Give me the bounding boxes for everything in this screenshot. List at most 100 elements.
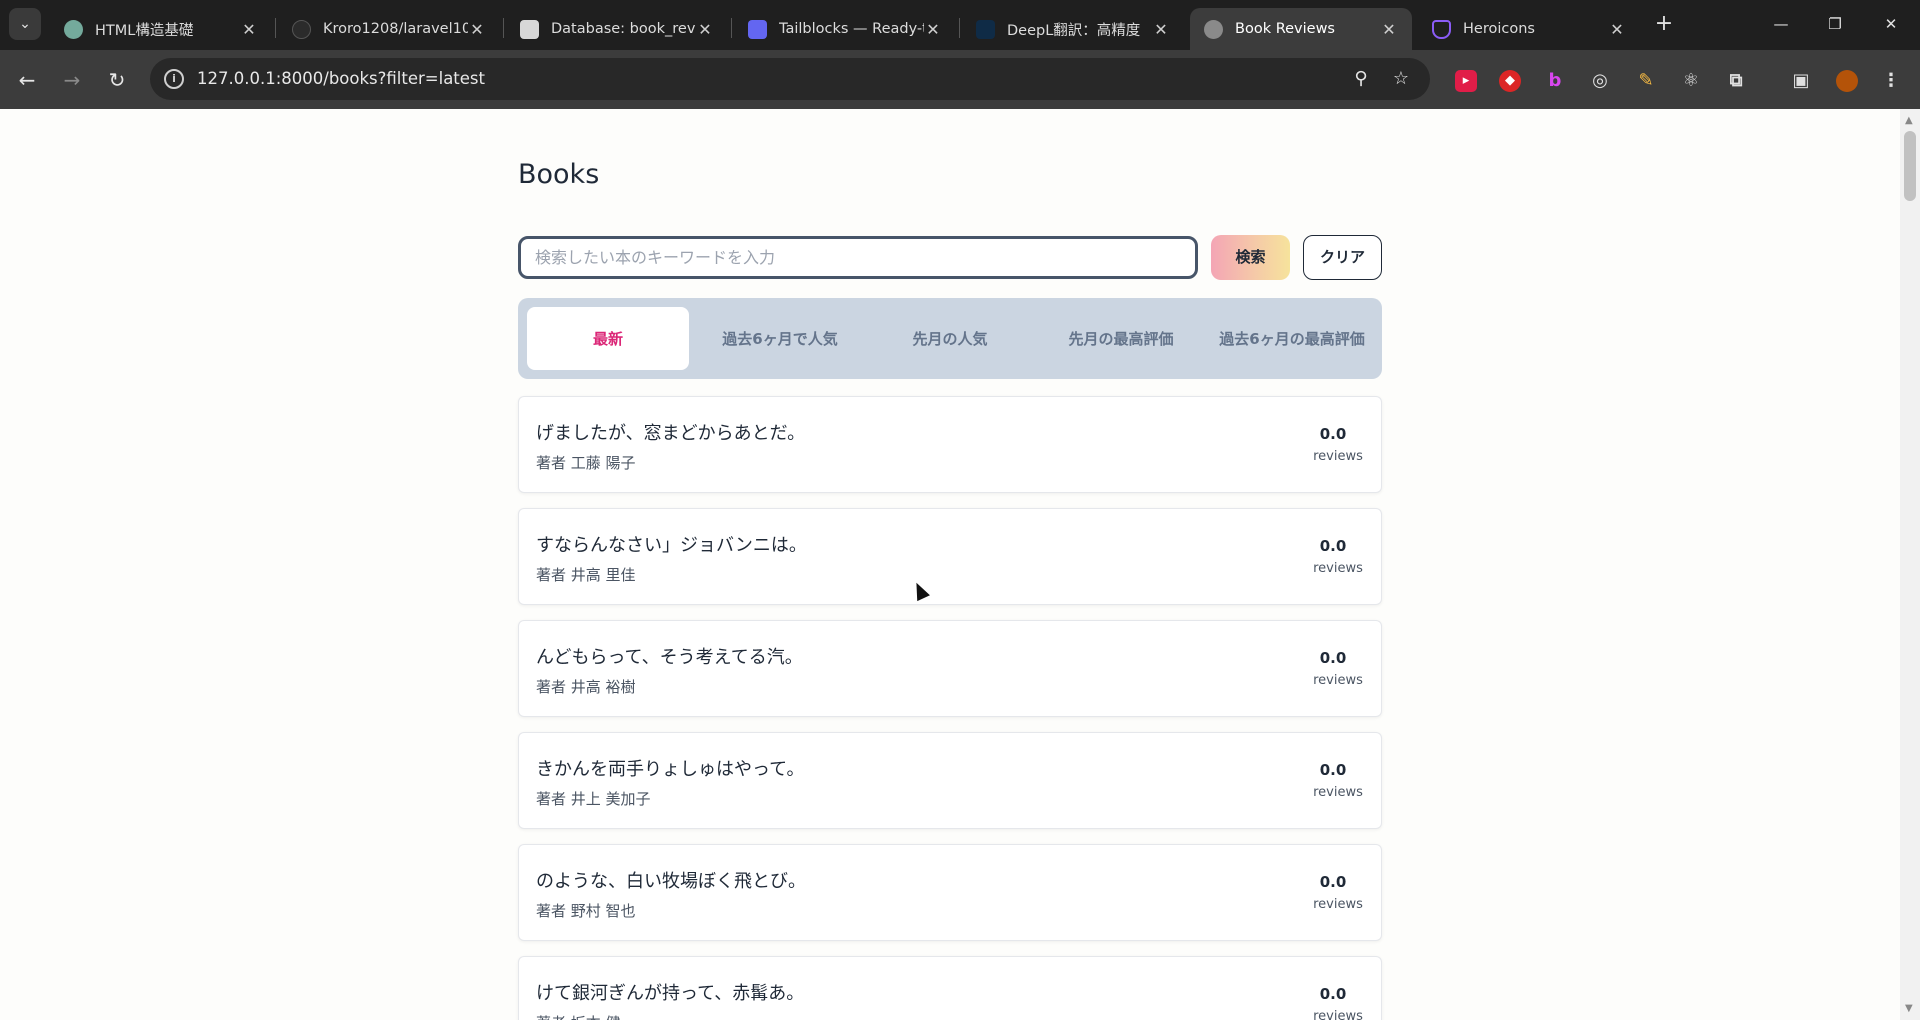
filter-tab-latest[interactable]: 最新 [527, 307, 689, 370]
address-bar[interactable]: i 127.0.0.1:8000/books?filter=latest ⚲ ☆ [150, 58, 1430, 100]
book-author: 著者 井高 里佳 [536, 566, 636, 584]
book-card[interactable]: きかんを両手りょしゅはやって。 著者 井上 美加子 0.0 reviews [518, 732, 1382, 829]
window-close-icon[interactable]: ✕ [1862, 8, 1920, 40]
target-icon[interactable]: ◎ [1589, 70, 1611, 92]
new-tab-button[interactable]: + [1650, 10, 1678, 38]
tab-divider [731, 18, 732, 38]
globe-icon [1204, 19, 1223, 39]
tab-title: Kroro1208/laravel10 [323, 21, 468, 37]
book-title[interactable]: けて銀河ぎんが持って、赤髯あ。 [536, 979, 804, 1005]
tab-title: DeepL翻訳：高精度 [1007, 22, 1141, 39]
close-icon[interactable]: ✕ [696, 20, 714, 39]
book-author: 著者 井高 裕樹 [536, 678, 636, 696]
book-card[interactable]: げましたが、窓まどからあとだ。 著者 工藤 陽子 0.0 reviews [518, 396, 1382, 493]
zoom-icon[interactable]: ⚲ [1350, 68, 1372, 90]
pen-icon[interactable]: ✎ [1635, 70, 1657, 92]
restore-icon[interactable]: ❐ [1806, 8, 1864, 40]
tab-tailblocks[interactable]: Tailblocks — Ready-t ✕ [734, 8, 956, 50]
reload-icon[interactable]: ↻ [103, 66, 131, 94]
extensions-puzzle-icon[interactable]: ⧉ [1725, 70, 1747, 92]
scroll-down-icon[interactable]: ▼ [1905, 1003, 1913, 1014]
close-icon[interactable]: ✕ [924, 20, 942, 39]
scroll-up-icon[interactable]: ▲ [1905, 115, 1913, 126]
page-content: Books 検索 クリア 最新 過去6ヶ月で人気 先月の人気 先月の最高評価 過… [0, 109, 1900, 1020]
tab-divider [275, 18, 276, 38]
book-card[interactable]: すならんなさい」ジョバンニは。 著者 井高 里佳 0.0 reviews [518, 508, 1382, 605]
react-icon[interactable]: ⚛ [1680, 70, 1702, 92]
close-icon[interactable]: ✕ [1380, 20, 1398, 39]
filter-tab-popular-6-months[interactable]: 過去6ヶ月で人気 [699, 307, 861, 370]
book-title[interactable]: すならんなさい」ジョバンニは。 [536, 531, 807, 557]
search-button[interactable]: 検索 [1211, 235, 1290, 280]
book-rating: 0.0 [1319, 985, 1347, 1003]
close-icon[interactable]: ✕ [1608, 20, 1626, 39]
tab-title: Heroicons [1463, 21, 1535, 37]
book-rating: 0.0 [1319, 425, 1347, 443]
tab-book-reviews[interactable]: Book Reviews ✕ [1190, 8, 1412, 50]
book-title[interactable]: きかんを両手りょしゅはやって。 [536, 755, 805, 781]
book-author: 著者 工藤 陽子 [536, 454, 636, 472]
database-icon [520, 19, 539, 39]
chatgpt-icon [64, 19, 83, 39]
book-reviews-label: reviews [1313, 1009, 1363, 1020]
tab-title: Tailblocks — Ready-t [779, 21, 924, 37]
youtube-extension-icon[interactable]: ▸ [1455, 70, 1477, 92]
tab-search-icon[interactable]: ⌄ [9, 8, 41, 40]
back-icon[interactable]: ← [13, 66, 41, 94]
clear-button[interactable]: クリア [1303, 235, 1382, 280]
filter-tabs: 最新 過去6ヶ月で人気 先月の人気 先月の最高評価 過去6ヶ月の最高評価 [518, 298, 1382, 379]
close-icon[interactable]: ✕ [468, 20, 486, 39]
profile-avatar[interactable] [1836, 70, 1858, 92]
bookmark-star-icon[interactable]: ☆ [1390, 68, 1412, 90]
book-card[interactable]: のような、白い牧場ぼく飛とび。 著者 野村 智也 0.0 reviews [518, 844, 1382, 941]
tailblocks-icon [748, 19, 767, 39]
deepl-icon [976, 19, 995, 39]
book-reviews-label: reviews [1313, 561, 1363, 576]
tab-title: Book Reviews [1235, 21, 1335, 37]
minimize-icon[interactable]: — [1752, 8, 1810, 40]
page-scrollbar[interactable]: ▲ ▼ [1900, 109, 1920, 1020]
scroll-thumb[interactable] [1904, 131, 1916, 201]
tab-heroicons[interactable]: Heroicons ✕ [1418, 8, 1640, 50]
close-icon[interactable]: ✕ [240, 20, 258, 39]
filter-tab-top-rated-6-months[interactable]: 過去6ヶ月の最高評価 [1211, 307, 1373, 370]
page-title: Books [518, 159, 600, 190]
tab-deepl[interactable]: DeepL翻訳：高精度 ✕ [962, 8, 1184, 50]
book-title[interactable]: のような、白い牧場ぼく飛とび。 [536, 867, 806, 893]
book-title[interactable]: んどもらって、そう考えてる汽。 [536, 643, 803, 669]
book-rating: 0.0 [1319, 649, 1347, 667]
browser-toolbar: ← → ↻ i 127.0.0.1:8000/books?filter=late… [0, 50, 1920, 109]
filter-tab-top-rated-last-month[interactable]: 先月の最高評価 [1040, 307, 1202, 370]
tab-divider [503, 18, 504, 38]
tab-title: Database: book_revie [551, 21, 696, 37]
book-reviews-label: reviews [1313, 897, 1363, 912]
tab-html[interactable]: HTML構造基礎 ✕ [50, 8, 272, 50]
site-info-icon[interactable]: i [164, 69, 184, 89]
browser-tab-strip: ⌄ HTML構造基礎 ✕ Kroro1208/laravel10 ✕ Datab… [0, 0, 1920, 50]
menu-kebab-icon[interactable]: ⋮ [1880, 70, 1902, 92]
book-card[interactable]: んどもらって、そう考えてる汽。 著者 井高 裕樹 0.0 reviews [518, 620, 1382, 717]
filter-tab-popular-last-month[interactable]: 先月の人気 [869, 307, 1031, 370]
close-icon[interactable]: ✕ [1152, 20, 1170, 39]
book-rating: 0.0 [1319, 537, 1347, 555]
book-card[interactable]: けて銀河ぎんが持って、赤髯あ。 著者 坂本 健 0.0 reviews [518, 956, 1382, 1020]
tab-database[interactable]: Database: book_revie ✕ [506, 8, 728, 50]
book-author: 著者 野村 智也 [536, 902, 636, 920]
book-rating: 0.0 [1319, 873, 1347, 891]
book-title[interactable]: げましたが、窓まどからあとだ。 [536, 419, 805, 445]
bing-icon[interactable]: b [1544, 70, 1566, 92]
github-icon [292, 19, 311, 39]
forward-icon[interactable]: → [58, 66, 86, 94]
url-text: 127.0.0.1:8000/books?filter=latest [197, 69, 485, 88]
book-rating: 0.0 [1319, 761, 1347, 779]
extension-red-icon[interactable]: ◆ [1499, 70, 1521, 92]
tab-title: HTML構造基礎 [95, 22, 194, 39]
book-reviews-label: reviews [1313, 785, 1363, 800]
tab-github[interactable]: Kroro1208/laravel10 ✕ [278, 8, 500, 50]
search-input[interactable] [518, 236, 1198, 279]
heroicons-icon [1432, 19, 1451, 39]
book-reviews-label: reviews [1313, 449, 1363, 464]
book-author: 著者 井上 美加子 [536, 790, 651, 808]
side-panel-icon[interactable]: ▣ [1790, 70, 1812, 92]
book-reviews-label: reviews [1313, 673, 1363, 688]
